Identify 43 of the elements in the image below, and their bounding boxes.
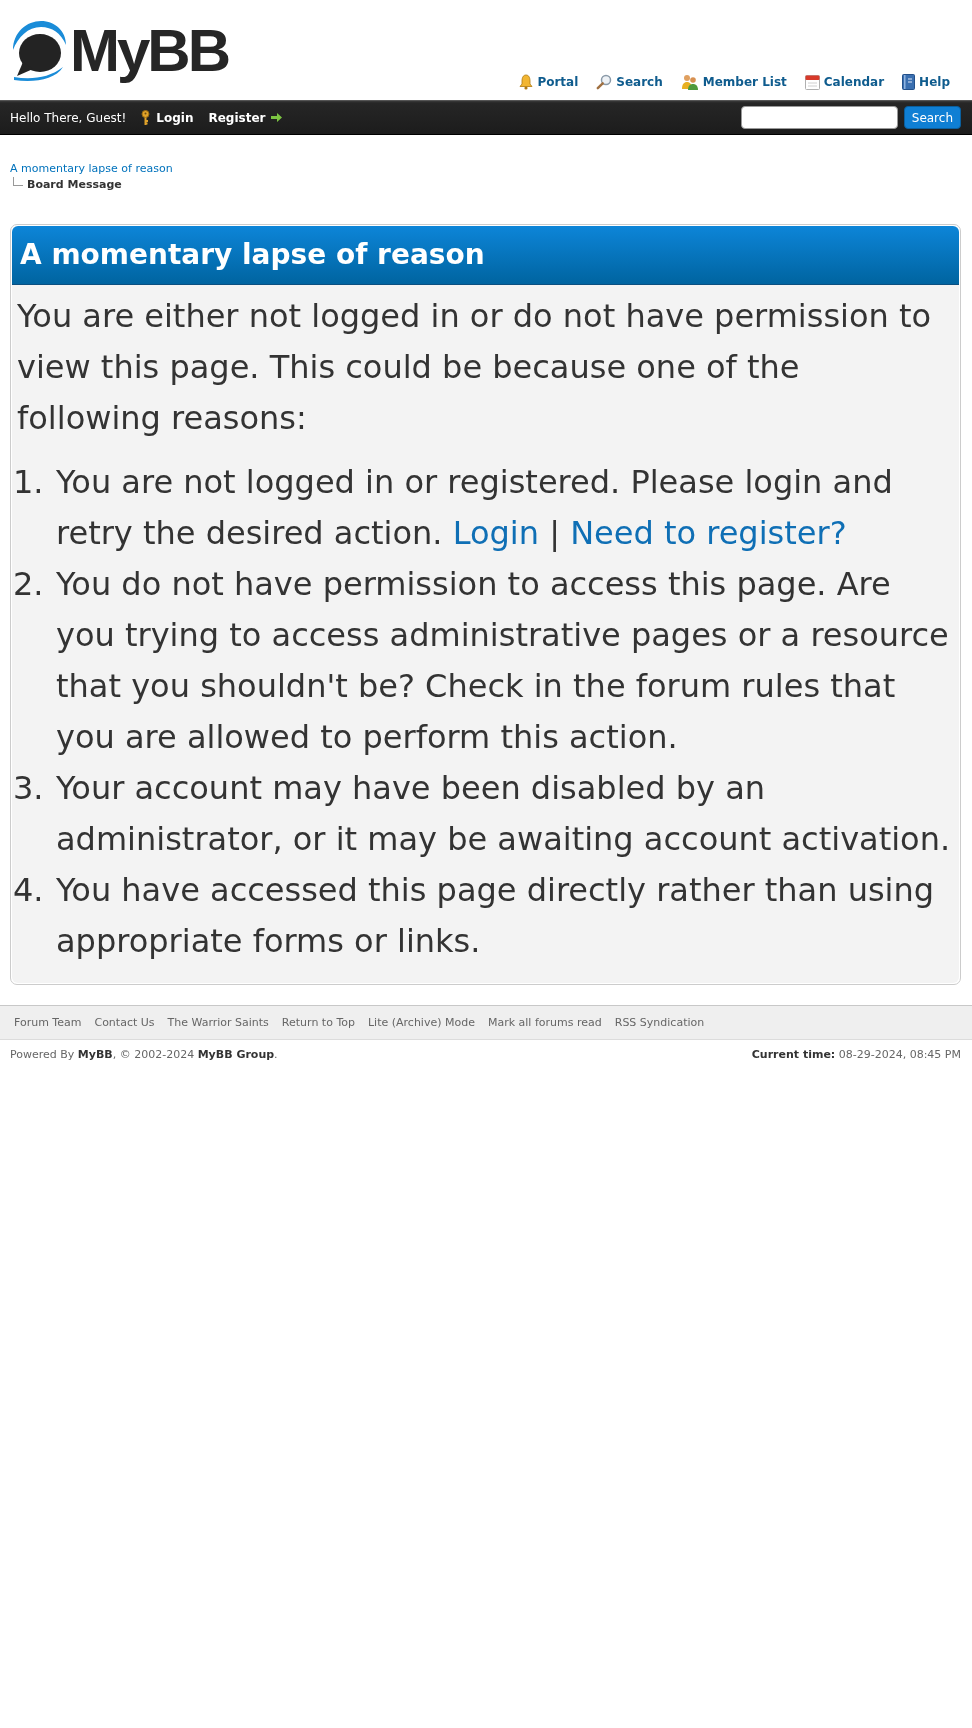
reason-text: You are not logged in or registered. Please login and retry the desired action. Login | Need to register? [56, 462, 894, 554]
greeting-text: Hello There, Guest! [10, 110, 127, 125]
register-link[interactable]: Register [208, 110, 283, 125]
speech-bubble-icon [11, 20, 67, 82]
message-text: You are either not logged in or do not have permission to view this page. This could be because one of the following reasons: [17, 296, 933, 439]
footer-link[interactable]: Forum Team [14, 1016, 82, 1029]
logo-link[interactable]: MyBB [11, 18, 228, 84]
calendar-link[interactable]: Calendar [804, 74, 885, 90]
reason-text: You have accessed this page directly rather than using appropriate forms or links. [56, 870, 936, 962]
reason-text: You do not have permission to access this page. Are you trying to access administrative pages or a resource that you shouldn't be? Check in the forum rules that you are allowed to perform this action. [56, 564, 950, 758]
footer-link[interactable]: Contact Us [94, 1016, 155, 1029]
book-icon [902, 74, 916, 90]
bell-icon [519, 74, 534, 90]
breadcrumb-current: Board Message [27, 177, 122, 193]
portal-link[interactable]: Portal [519, 74, 579, 90]
footer-link[interactable]: Lite (Archive) Mode [367, 1016, 475, 1029]
search-button[interactable]: Search [903, 106, 961, 129]
search-field[interactable] [740, 106, 898, 129]
footer-link[interactable]: The Warrior Saints [167, 1016, 269, 1029]
footer-link[interactable]: Return to Top [281, 1016, 355, 1029]
list-number: 1. [13, 462, 45, 503]
help-link[interactable]: Help [902, 74, 950, 90]
inline-link[interactable]: Need to register? [570, 514, 847, 552]
search-icon [596, 74, 613, 90]
arrow-right-icon [271, 113, 283, 122]
people-icon [680, 74, 699, 90]
copyright-text: Powered By MyBB, © 2002-2024 MyBB Group. [10, 1047, 278, 1062]
tree-branch-icon [13, 177, 23, 186]
breadcrumb-link[interactable]: A momentary lapse of reason [10, 162, 173, 176]
calendar-icon [804, 74, 820, 90]
member-list-link[interactable]: Member List [680, 74, 787, 90]
footer-link[interactable]: Mark all forums read [487, 1016, 602, 1029]
search-link[interactable]: Search [596, 74, 663, 90]
inline-link[interactable]: Login [452, 514, 539, 552]
list-number: 2. [13, 564, 45, 605]
current-time: Current time: 08-29-2024, 08:45 PM [751, 1047, 961, 1062]
login-link[interactable]: Login [141, 109, 194, 126]
key-icon [141, 109, 151, 126]
list-number: 3. [13, 768, 45, 809]
message-title: A momentary lapse of reason [20, 237, 485, 273]
list-number: 4. [13, 870, 45, 911]
reason-text: Your account may have been disabled by an administrator, or it may be awaiting account activation. [56, 768, 952, 860]
footer-link[interactable]: RSS Syndication [614, 1016, 705, 1029]
